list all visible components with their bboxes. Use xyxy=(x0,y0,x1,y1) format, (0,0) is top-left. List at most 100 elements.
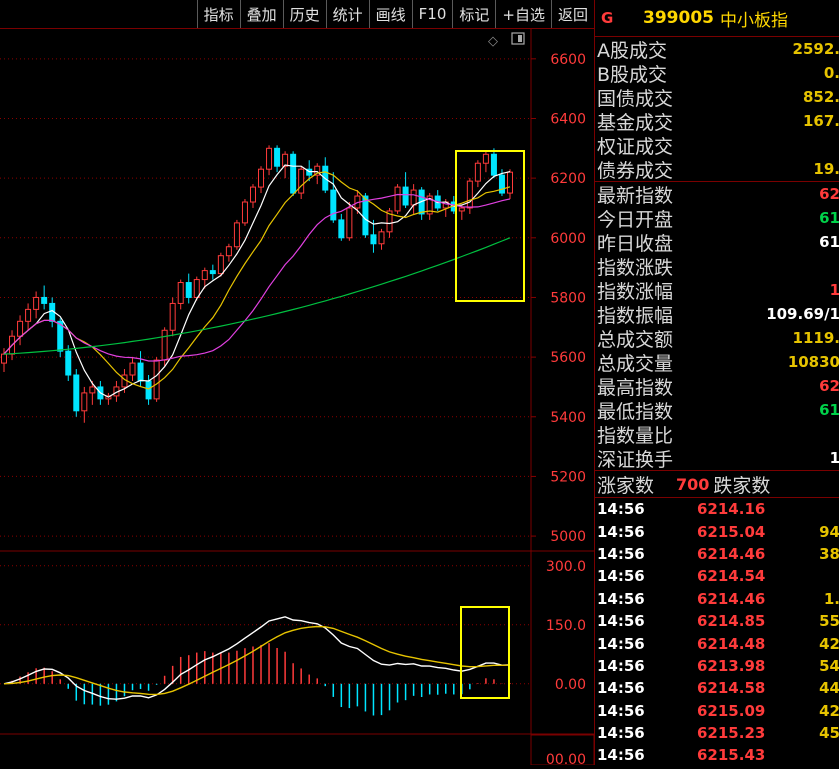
price-tick-label: 5600 xyxy=(550,350,586,366)
tick-row[interactable]: 14:56 6215.04 94 xyxy=(595,520,839,542)
tick-row[interactable]: 14:56 6214.16 xyxy=(595,498,839,520)
chart-area[interactable]: 6600 6400 6200 6000 5800 5600 5400 5200 5000 300.… xyxy=(0,29,595,768)
toolbar-button-1[interactable]: 叠加 xyxy=(239,0,283,28)
tick-time: 14:56 xyxy=(597,746,645,765)
chart-toolbar: 指标 叠加 历史 统计 画线 F10 标记 +自选 返回 xyxy=(0,0,594,29)
stat-label: 指数量比 xyxy=(597,424,674,447)
candle-body xyxy=(362,195,369,236)
stat-label: 最低指数 xyxy=(597,400,674,423)
candle-body xyxy=(410,189,417,206)
candle-body xyxy=(201,270,208,281)
toolbar-button-5[interactable]: F10 xyxy=(411,0,453,28)
index-stats-section: 最新指数 62 今日开盘 61 昨日收盘 61 指数涨跌 指数涨幅 1 指数振幅 109.69/1 总… xyxy=(595,182,839,471)
stat-row: 债券成交 19. xyxy=(595,157,839,182)
candle-body xyxy=(241,201,248,224)
stat-label: 指数涨跌 xyxy=(597,256,674,279)
price-tick-label: 6600 xyxy=(550,52,586,68)
stat-label: 债券成交 xyxy=(597,159,674,182)
toolbar-button-7[interactable]: +自选 xyxy=(495,0,551,28)
candle-body xyxy=(330,189,337,221)
tick-row[interactable]: 14:56 6213.98 54 xyxy=(595,655,839,677)
tick-row[interactable]: 14:56 6214.85 55 xyxy=(595,610,839,632)
tick-row[interactable]: 14:56 6214.46 1. xyxy=(595,588,839,610)
ma5-line xyxy=(3,164,511,398)
tick-price: 6215.09 xyxy=(697,701,766,720)
candle-body xyxy=(65,350,72,376)
toolbar-button-3[interactable]: 统计 xyxy=(325,0,369,28)
stat-row: B股成交 0. xyxy=(595,61,839,86)
stat-label: 权证成交 xyxy=(597,135,674,158)
candle-body xyxy=(1,353,7,364)
stat-label: 基金成交 xyxy=(597,111,674,134)
candle-body xyxy=(298,168,305,194)
stat-row: 指数量比 xyxy=(595,422,839,447)
stat-value: 0. xyxy=(823,64,839,82)
tick-row[interactable]: 14:56 6214.48 42 xyxy=(595,632,839,654)
candle-body xyxy=(81,392,88,412)
toolbar-button-6[interactable]: 标记 xyxy=(452,0,495,28)
tick-price: 6214.16 xyxy=(697,500,766,519)
stat-value: 167. xyxy=(802,112,839,130)
stat-row: 最新指数 62 xyxy=(595,182,839,207)
tick-price: 6215.43 xyxy=(697,746,766,765)
stat-value: 62 xyxy=(819,377,839,395)
stat-value: 19. xyxy=(813,160,839,178)
tick-row[interactable]: 14:56 6215.23 45 xyxy=(595,722,839,744)
toolbar-button-4[interactable]: 画线 xyxy=(368,0,412,28)
candle-body xyxy=(338,219,345,239)
price-tick-label: 6400 xyxy=(550,111,586,127)
stat-row: 指数涨幅 1 xyxy=(595,278,839,303)
candle-body xyxy=(370,234,377,245)
tick-row[interactable]: 14:56 6214.58 44 xyxy=(595,677,839,699)
index-info-panel: G 399005 中小板指 A股成交 2592. B股成交 0. 国债成交 852. 基金成… xyxy=(594,0,839,765)
highlight-box-macd xyxy=(460,606,510,699)
candle-body xyxy=(17,320,24,337)
tick-price: 6215.23 xyxy=(697,724,766,743)
toolbar-button-2[interactable]: 历史 xyxy=(282,0,326,28)
kline-chart[interactable]: 6600 6400 6200 6000 5800 5600 5400 5200 5000 300.… xyxy=(0,29,595,768)
tick-row[interactable]: 14:56 6214.54 xyxy=(595,565,839,587)
tick-row[interactable]: 14:56 6215.09 42 xyxy=(595,700,839,722)
candle-body xyxy=(161,329,168,361)
toolbar-button-0[interactable]: 指标 xyxy=(196,0,240,28)
stat-row: 国债成交 852. xyxy=(595,85,839,110)
stat-value: 1 xyxy=(829,449,839,467)
candle-body xyxy=(209,270,216,275)
market-flag: G xyxy=(601,9,614,27)
macd-tick-label: 300.0 xyxy=(546,559,586,575)
candle-body xyxy=(145,380,152,400)
tick-row[interactable]: 14:56 6215.43 xyxy=(595,744,839,765)
candle-body xyxy=(458,207,465,212)
candle-body xyxy=(474,162,481,182)
tick-volume: 94 xyxy=(819,522,839,541)
index-code: 399005 xyxy=(643,8,714,28)
stat-label: 最高指数 xyxy=(597,376,674,399)
candle-body xyxy=(378,231,385,245)
tick-volume: 55 xyxy=(819,612,839,631)
tick-volume: 54 xyxy=(819,656,839,675)
candle-body xyxy=(89,386,96,394)
tick-row[interactable]: 14:56 6214.46 38 xyxy=(595,543,839,565)
stat-row: 总成交量 10830 xyxy=(595,350,839,375)
advance-label: 涨家数 xyxy=(597,474,655,497)
price-tick-label: 5200 xyxy=(550,469,586,485)
candle-body xyxy=(73,374,80,412)
index-name: 中小板指 xyxy=(719,10,788,31)
candle-body xyxy=(153,359,160,400)
candle-body xyxy=(290,153,297,194)
tick-list[interactable]: 14:56 6214.16 14:56 6215.04 94 14:56 6214.46 38… xyxy=(595,498,839,765)
stat-value: 2592. xyxy=(792,40,839,58)
stat-row: 最低指数 61 xyxy=(595,398,839,423)
stat-label: 总成交额 xyxy=(597,328,674,351)
tick-price: 6214.58 xyxy=(697,679,766,698)
toolbar-button-8[interactable]: 返回 xyxy=(550,0,594,28)
candle-body xyxy=(225,246,232,257)
candle-body xyxy=(185,282,192,298)
stat-value: 1119. xyxy=(792,329,839,347)
stat-label: 今日开盘 xyxy=(597,208,674,231)
tick-price: 6214.54 xyxy=(697,567,766,586)
tick-price: 6213.98 xyxy=(697,656,766,675)
index-header: G 399005 中小板指 xyxy=(595,0,839,37)
stat-value: 10830 xyxy=(787,353,839,371)
tick-time: 14:56 xyxy=(597,724,645,743)
